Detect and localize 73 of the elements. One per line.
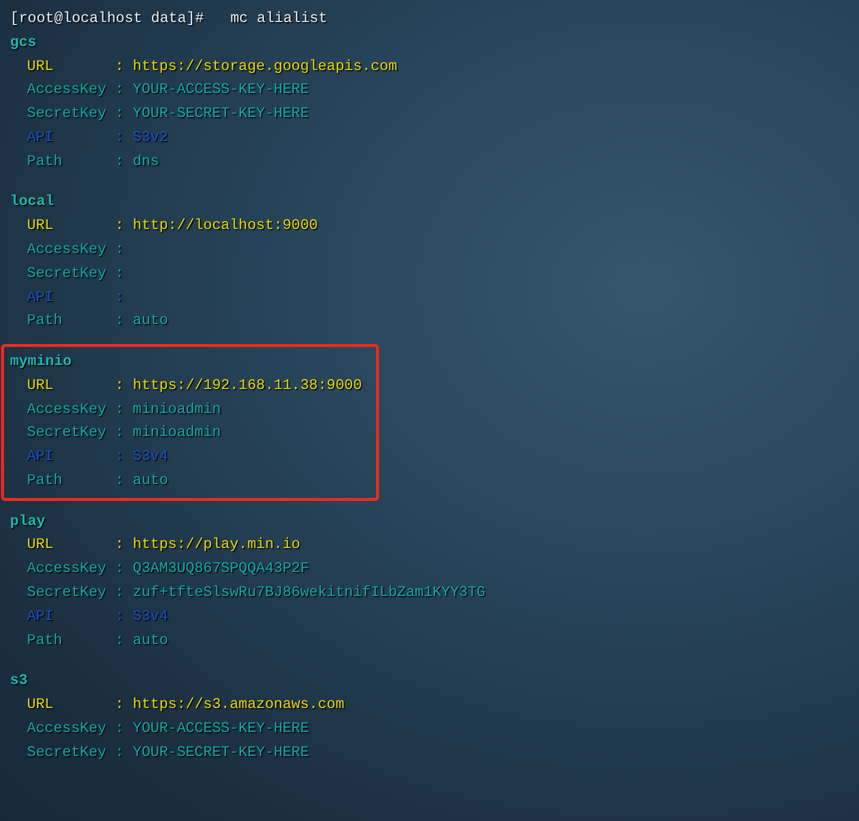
field-label: SecretKey: [27, 424, 108, 444]
field-value: https://storage.googleapis.com: [132, 58, 398, 77]
field-label: API: [27, 608, 54, 627]
field-value: https://s3.amazonaws.com: [132, 696, 344, 715]
field-label: Path: [27, 632, 64, 651]
field-label: URL: [27, 58, 54, 77]
separator-colon: :: [115, 376, 124, 396]
field-label: AccessKey: [27, 81, 108, 100]
alias-name: play: [10, 512, 46, 532]
separator-colon: :: [115, 560, 124, 580]
field-value: S3v2: [132, 128, 168, 148]
separator-colon: :: [115, 264, 124, 284]
field-value: YOUR-ACCESS-KEY-HERE: [132, 81, 310, 100]
field-label: AccessKey: [27, 400, 108, 420]
separator-colon: :: [115, 400, 124, 420]
field-label: Path: [27, 312, 64, 332]
field-value: https://192.168.11.38:9000: [132, 376, 362, 396]
field-label: URL: [27, 217, 54, 236]
field-value: https://play.min.io: [132, 536, 300, 556]
field-value: http://localhost:9000: [132, 217, 318, 236]
field-label: API: [27, 128, 54, 148]
field-label: URL: [27, 696, 54, 715]
field-label: Path: [27, 152, 64, 172]
alias-name: gcs: [10, 34, 36, 53]
field-value: S3v4: [132, 448, 168, 468]
separator-colon: :: [115, 632, 124, 651]
separator-colon: :: [115, 608, 124, 627]
separator-colon: :: [115, 536, 124, 556]
separator-colon: :: [115, 240, 124, 260]
alias-name: myminio: [10, 352, 72, 372]
field-label: AccessKey: [27, 720, 108, 739]
field-label: API: [27, 448, 54, 468]
separator-colon: :: [115, 105, 124, 124]
separator-colon: :: [115, 81, 124, 100]
field-value: dns: [132, 152, 160, 172]
separator-colon: :: [115, 152, 124, 172]
field-value: YOUR-ACCESS-KEY-HERE: [132, 720, 310, 739]
field-value: YOUR-SECRET-KEY-HERE: [132, 744, 310, 762]
field-label: SecretKey: [27, 584, 108, 603]
separator-colon: :: [115, 312, 124, 332]
alias-name: s3: [10, 672, 28, 692]
field-label: SecretKey: [27, 264, 108, 284]
field-label: SecretKey: [27, 105, 108, 124]
field-label: Path: [27, 472, 64, 491]
field-label: API: [27, 288, 54, 308]
field-value: auto: [132, 632, 168, 651]
separator-colon: :: [115, 472, 124, 491]
separator-colon: :: [115, 217, 124, 236]
command-text: mc alialist: [230, 10, 328, 29]
shell-prompt: [root@localhost data]#: [10, 10, 204, 29]
separator-colon: :: [115, 720, 124, 739]
separator-colon: :: [115, 448, 124, 468]
separator-colon: :: [115, 58, 124, 77]
field-value: auto: [132, 312, 168, 332]
field-label: URL: [27, 376, 54, 396]
field-label: URL: [27, 536, 54, 556]
field-label: SecretKey: [27, 744, 108, 762]
field-value: Q3AM3UQ867SPQQA43P2F: [132, 560, 310, 580]
field-label: AccessKey: [27, 240, 108, 260]
separator-colon: :: [115, 288, 124, 308]
field-label: AccessKey: [27, 560, 108, 580]
field-value: S3v4: [132, 608, 168, 627]
separator-colon: :: [115, 744, 124, 762]
field-value: minioadmin: [132, 424, 221, 444]
separator-colon: :: [115, 128, 124, 148]
field-value: YOUR-SECRET-KEY-HERE: [132, 105, 310, 124]
field-value: zuf+tfteSlswRu7BJ86wekitnifILbZam1KYY3TG: [132, 584, 486, 603]
field-value: minioadmin: [132, 400, 221, 420]
separator-colon: :: [115, 424, 124, 444]
separator-colon: :: [115, 584, 124, 603]
alias-name: local: [10, 193, 54, 212]
separator-colon: :: [115, 696, 124, 715]
field-value: auto: [132, 472, 168, 491]
